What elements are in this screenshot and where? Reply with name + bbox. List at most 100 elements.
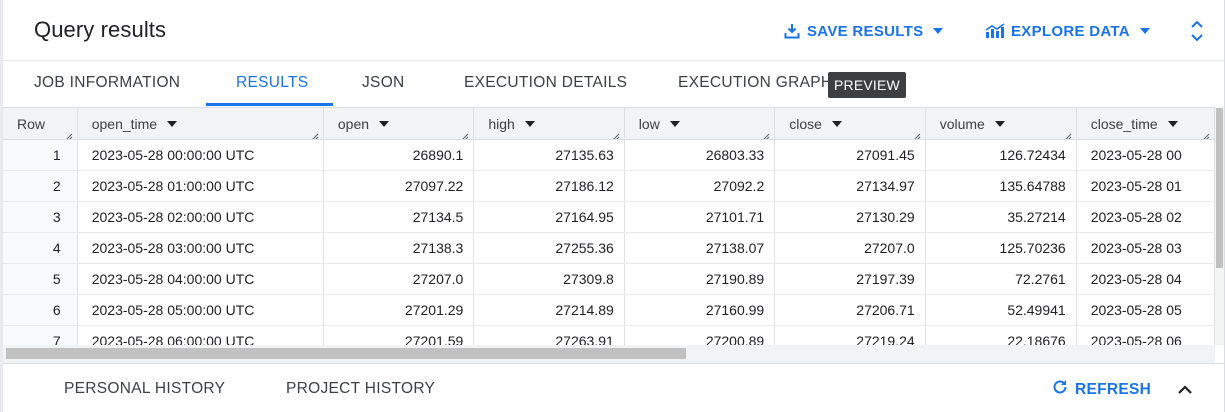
resize-handle-icon[interactable] [311,128,319,138]
sort-arrow-icon[interactable] [1167,120,1178,127]
table-cell[interactable]: 27134.5 [323,201,475,233]
table-row[interactable]: 2 2023-05-28 01:00:00 UTC 27097.22 27186.12… [3,170,1215,202]
table-cell[interactable]: 2023-05-28 04:00:00 UTC [77,263,324,295]
table-cell[interactable]: 27101.71 [624,201,776,233]
table-cell[interactable]: 27263.91 [473,325,625,345]
resize-handle-icon[interactable] [1064,128,1072,138]
table-cell[interactable]: 2023-05-28 04 [1076,263,1215,295]
table-row[interactable]: 6 2023-05-28 05:00:00 UTC 27201.29 27214.89… [3,294,1215,326]
table-cell[interactable]: 27190.89 [624,263,776,295]
table-cell[interactable]: 2023-05-28 01:00:00 UTC [77,170,324,202]
table-cell[interactable]: 27097.22 [323,170,475,202]
chevron-down-icon [933,28,944,34]
tab-project-history[interactable]: PROJECT HISTORY [286,380,435,398]
table-cell[interactable]: 27201.29 [323,294,475,326]
explore-data-button[interactable]: EXPLORE DATA [985,20,1150,42]
resize-handle-icon[interactable] [65,128,73,138]
table-cell[interactable]: 27309.8 [473,263,625,295]
tab-job-information[interactable]: JOB INFORMATION [34,74,180,92]
table-cell[interactable]: 27201.59 [323,325,475,345]
sort-arrow-icon[interactable] [524,120,535,127]
save-results-button[interactable]: SAVE RESULTS [783,20,944,42]
tab-execution-graph[interactable]: EXECUTION GRAPH [678,74,832,92]
table-cell[interactable]: 126.72434 [925,139,1077,171]
column-header-row[interactable]: Row [3,108,78,140]
unfold-icon[interactable] [1187,19,1207,43]
table-cell[interactable]: 27130.29 [774,201,926,233]
column-header-close-time[interactable]: close_time [1076,108,1215,140]
sort-arrow-icon[interactable] [831,120,842,127]
table-cell[interactable]: 2023-05-28 06 [1076,325,1215,345]
table-cell[interactable]: 72.2761 [925,263,1077,295]
resize-handle-icon[interactable] [913,128,921,138]
table-cell[interactable]: 27138.3 [323,232,475,264]
tab-results[interactable]: RESULTS [236,74,308,92]
table-cell[interactable]: 27200.89 [624,325,776,345]
sort-arrow-icon[interactable] [167,120,178,127]
table-row[interactable]: 1 2023-05-28 00:00:00 UTC 26890.1 27135.63 2… [3,139,1215,171]
resize-handle-icon[interactable] [461,128,469,138]
table-cell[interactable]: 27186.12 [473,170,625,202]
column-header-close[interactable]: close [774,108,926,140]
column-header-label: Row [17,115,46,132]
resize-handle-icon[interactable] [1202,128,1210,138]
save-results-label: SAVE RESULTS [807,22,924,40]
table-cell[interactable]: 2023-05-28 03 [1076,232,1215,264]
history-bar: PERSONAL HISTORY PROJECT HISTORY REFRESH [3,363,1225,412]
chevron-up-icon[interactable] [1175,380,1195,400]
table-cell[interactable]: 2023-05-28 01 [1076,170,1215,202]
column-header-high[interactable]: high [473,108,625,140]
table-cell[interactable]: 2023-05-28 02:00:00 UTC [77,201,324,233]
table-cell[interactable]: 2023-05-28 02 [1076,201,1215,233]
table-cell[interactable]: 125.70236 [925,232,1077,264]
table-cell[interactable]: 52.49941 [925,294,1077,326]
table-cell[interactable]: 27164.95 [473,201,625,233]
table-cell[interactable]: 27214.89 [473,294,625,326]
table-cell[interactable]: 27134.97 [774,170,926,202]
table-row[interactable]: 3 2023-05-28 02:00:00 UTC 27134.5 27164.95 2… [3,201,1215,233]
table-cell[interactable]: 2023-05-28 05:00:00 UTC [77,294,324,326]
tab-execution-details[interactable]: EXECUTION DETAILS [464,74,627,92]
resize-handle-icon[interactable] [612,128,620,138]
table-row[interactable]: 4 2023-05-28 03:00:00 UTC 27138.3 27255.36 2… [3,232,1215,264]
table-cell[interactable]: 2023-05-28 00 [1076,139,1215,171]
tab-json[interactable]: JSON [362,74,405,92]
column-header-low[interactable]: low [624,108,776,140]
column-header-open[interactable]: open [323,108,475,140]
table-cell[interactable]: 27091.45 [774,139,926,171]
table-cell[interactable]: 22.18676 [925,325,1077,345]
table-row[interactable]: 7 2023-05-28 06:00:00 UTC 27201.59 27263.91… [3,325,1215,345]
table-cell[interactable]: 2023-05-28 03:00:00 UTC [77,232,324,264]
table-cell[interactable]: 2023-05-28 05 [1076,294,1215,326]
table-cell[interactable]: 26803.33 [624,139,776,171]
horizontal-scroll-thumb[interactable] [6,348,686,359]
table-cell[interactable]: 35.27214 [925,201,1077,233]
vertical-scroll-thumb[interactable] [1216,108,1223,268]
column-header-volume[interactable]: volume [925,108,1077,140]
table-cell[interactable]: 27206.71 [774,294,926,326]
table-cell[interactable]: 135.64788 [925,170,1077,202]
column-header-label: high [488,115,515,132]
table-cell[interactable]: 27255.36 [473,232,625,264]
table-cell[interactable]: 27135.63 [473,139,625,171]
table-cell[interactable]: 26890.1 [323,139,475,171]
table-cell[interactable]: 27197.39 [774,263,926,295]
table-row[interactable]: 5 2023-05-28 04:00:00 UTC 27207.0 27309.8 27… [3,263,1215,295]
table-cell[interactable]: 2023-05-28 06:00:00 UTC [77,325,324,345]
table-cell[interactable]: 27092.2 [624,170,776,202]
table-cell[interactable]: 2023-05-28 00:00:00 UTC [77,139,324,171]
refresh-button[interactable]: REFRESH [1051,378,1151,401]
table-cell[interactable]: 27160.99 [624,294,776,326]
column-header-open-time[interactable]: open_time [77,108,324,140]
sort-arrow-icon[interactable] [994,120,1005,127]
tab-personal-history[interactable]: PERSONAL HISTORY [64,380,225,398]
sort-arrow-icon[interactable] [379,120,390,127]
table-cell[interactable]: 27207.0 [323,263,475,295]
table-cell[interactable]: 27138.07 [624,232,776,264]
sort-arrow-icon[interactable] [669,120,680,127]
chevron-down-icon [1139,28,1150,34]
table-cell[interactable]: 27207.0 [774,232,926,264]
table-cell[interactable]: 27219.24 [774,325,926,345]
resize-handle-icon[interactable] [762,128,770,138]
horizontal-scrollbar[interactable] [3,345,1215,363]
